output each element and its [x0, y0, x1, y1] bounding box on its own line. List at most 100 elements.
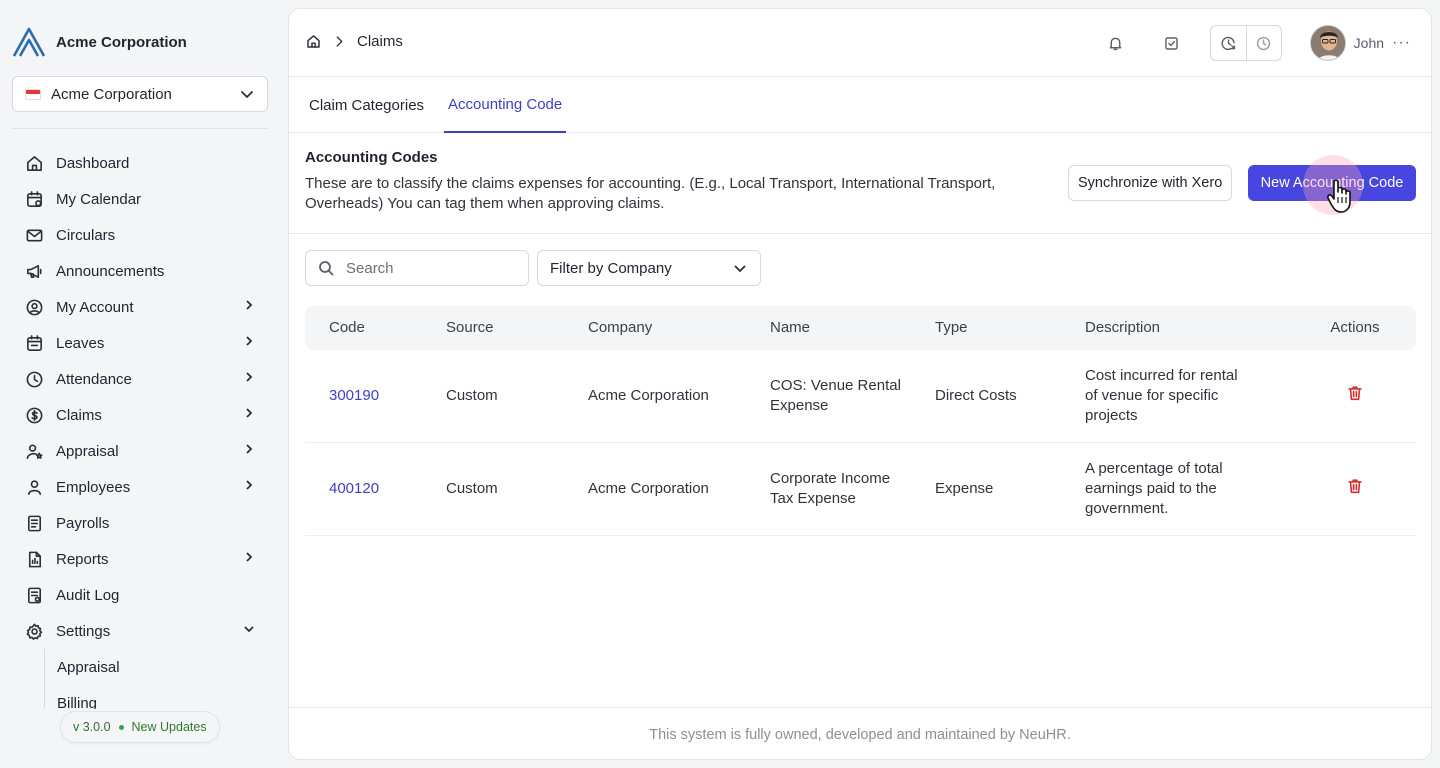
sidebar-item-circulars[interactable]: Circulars [12, 217, 268, 253]
sidebar-item-settings[interactable]: Settings [12, 613, 268, 649]
delete-button[interactable] [1346, 477, 1364, 501]
clock-out-button[interactable] [1245, 26, 1281, 60]
column-header-source[interactable]: Source [446, 318, 588, 338]
tab-accounting-code[interactable]: Accounting Code [444, 77, 567, 133]
column-header-company[interactable]: Company [588, 318, 770, 338]
sidebar-item-audit-log[interactable]: Audit Log [12, 577, 268, 613]
cell-source: Custom [446, 387, 498, 404]
company-select-value: Acme Corporation [51, 85, 172, 103]
code-link[interactable]: 400120 [329, 480, 379, 497]
table-row[interactable]: 300190 Custom Acme Corporation COS: Venu… [305, 350, 1416, 443]
cell-description: A percentage of total earnings paid to t… [1085, 460, 1223, 517]
cell-name: Corporate Income Tax Expense [770, 470, 891, 507]
sidebar: Acme Corporation Acme Corporation Dashbo… [0, 0, 288, 768]
sidebar-item-my-calendar[interactable]: My Calendar [12, 181, 268, 217]
sidebar-item-employees[interactable]: Employees [12, 469, 268, 505]
cell-type: Expense [935, 480, 994, 497]
sidebar-item-attendance[interactable]: Attendance [12, 361, 268, 397]
chevron-right-icon [246, 552, 253, 562]
settings-subnav: Appraisal Billing [44, 649, 264, 709]
sidebar-item-label: Attendance [56, 370, 132, 388]
chevron-right-icon [246, 480, 253, 490]
chevron-right-icon [246, 336, 253, 346]
tab-claim-categories[interactable]: Claim Categories [305, 77, 428, 133]
clock-in-button[interactable] [1211, 26, 1246, 60]
sidebar-item-label: Leaves [56, 334, 105, 352]
trash-icon [1348, 386, 1362, 401]
report-icon [28, 551, 41, 567]
new-accounting-code-button[interactable]: New Accounting Code [1248, 165, 1416, 201]
user-icon [27, 479, 41, 495]
sidebar-item-announcements[interactable]: Announcements [12, 253, 268, 289]
user-circle-icon [26, 299, 42, 315]
chevron-down-icon [734, 265, 746, 273]
sidebar-item-appraisal[interactable]: Appraisal [12, 433, 268, 469]
delete-button[interactable] [1346, 384, 1364, 408]
cell-source: Custom [446, 480, 498, 497]
chevron-right-icon [246, 408, 253, 418]
company-filter-label: Filter by Company [550, 259, 672, 277]
sidebar-item-payrolls[interactable]: Payrolls [12, 505, 268, 541]
version-badge[interactable]: v 3.0.0 New Updates [60, 711, 220, 743]
footer: This system is fully owned, developed an… [289, 707, 1431, 759]
home-icon[interactable] [305, 33, 322, 50]
trash-icon [1348, 479, 1362, 494]
notifications-button[interactable] [1098, 25, 1134, 61]
sidebar-item-leaves[interactable]: Leaves [12, 325, 268, 361]
column-header-actions: Actions [1330, 319, 1380, 336]
user-star-icon [26, 444, 43, 459]
flag-icon [25, 88, 41, 100]
settings-sub-appraisal[interactable]: Appraisal [45, 649, 264, 685]
code-link[interactable]: 300190 [329, 387, 379, 404]
clock-out-icon [1256, 36, 1271, 50]
synchronize-xero-button[interactable]: Synchronize with Xero [1068, 165, 1233, 201]
version-number: v 3.0.0 [73, 720, 111, 734]
sidebar-item-label: Settings [56, 622, 111, 640]
checkbox-icon [1165, 36, 1178, 50]
sidebar-item-label: Claims [56, 406, 102, 424]
sidebar-item-label: My Account [56, 298, 134, 316]
cell-description: Cost incurred for rental of venue for sp… [1085, 367, 1238, 424]
sidebar-item-label: Dashboard [56, 154, 130, 172]
sidebar-item-my-account[interactable]: My Account [12, 289, 268, 325]
main-panel: Claims John ··· Claim Categories Account… [288, 8, 1432, 760]
new-updates-label: New Updates [131, 720, 207, 734]
update-dot-icon [118, 724, 124, 730]
sidebar-nav: Dashboard My Calendar Circulars Announce… [12, 145, 268, 649]
more-icon[interactable]: ··· [1392, 34, 1411, 52]
sidebar-item-label: Reports [56, 550, 109, 568]
tasks-button[interactable] [1154, 25, 1190, 61]
topbar: Claims John ··· [289, 9, 1431, 77]
user-name[interactable]: John [1354, 35, 1384, 51]
top-actions: John ··· [1098, 25, 1411, 61]
clock-icon [26, 371, 42, 387]
chevron-right-icon [246, 444, 253, 454]
column-header-code[interactable]: Code [305, 318, 446, 338]
accounting-codes-table: Code Source Company Name Type Descriptio… [305, 306, 1416, 536]
section-header: Accounting Codes These are to classify t… [305, 149, 1025, 214]
avatar[interactable] [1309, 25, 1346, 61]
sidebar-item-label: Circulars [56, 226, 116, 244]
search-input[interactable] [346, 259, 506, 277]
receipt-icon [27, 515, 41, 531]
sidebar-item-claims[interactable]: Claims [12, 397, 268, 433]
column-header-description[interactable]: Description [1085, 318, 1294, 338]
sidebar-item-label: Appraisal [56, 442, 119, 460]
table-row[interactable]: 400120 Custom Acme Corporation Corporate… [305, 443, 1416, 536]
sidebar-item-label: My Calendar [56, 190, 142, 208]
cell-name: COS: Venue Rental Expense [770, 377, 901, 414]
table-header: Code Source Company Name Type Descriptio… [305, 306, 1416, 350]
company-select[interactable]: Acme Corporation [12, 76, 268, 112]
sidebar-item-reports[interactable]: Reports [12, 541, 268, 577]
company-filter-select[interactable]: Filter by Company [537, 250, 761, 286]
settings-sub-billing[interactable]: Billing [45, 685, 264, 710]
column-header-name[interactable]: Name [770, 318, 935, 338]
sidebar-item-dashboard[interactable]: Dashboard [12, 145, 268, 181]
search-field[interactable] [305, 250, 529, 286]
column-header-type[interactable]: Type [935, 318, 1085, 338]
chevron-right-icon [246, 372, 253, 382]
megaphone-icon [26, 264, 41, 278]
brand-logo-icon [12, 27, 46, 57]
chevron-down-icon [241, 91, 253, 98]
brand[interactable]: Acme Corporation [12, 26, 187, 58]
